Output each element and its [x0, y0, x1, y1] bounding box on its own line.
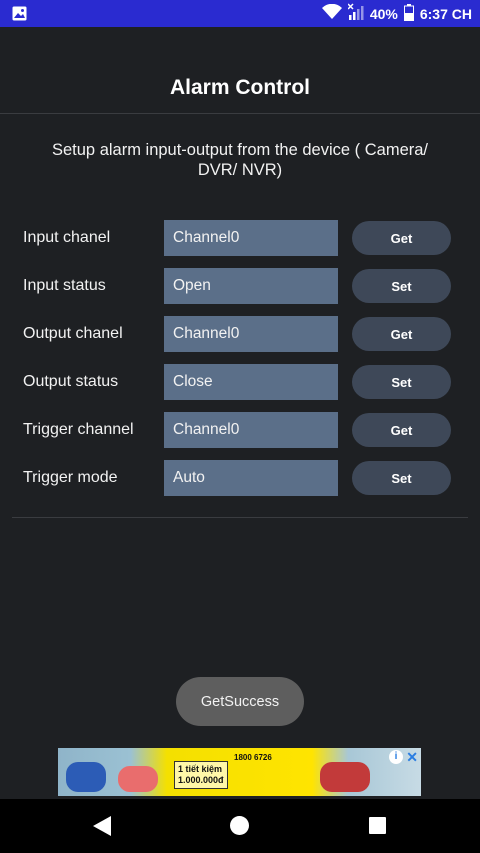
page-title: Alarm Control	[169, 76, 310, 99]
get-output-channel-button[interactable]: Get	[352, 317, 451, 351]
toast-message: GetSuccess	[176, 677, 304, 726]
output-status-label: Output status	[23, 373, 119, 390]
ad-scooter-image	[118, 766, 158, 792]
back-icon[interactable]	[92, 815, 112, 842]
recent-apps-icon[interactable]	[369, 817, 386, 834]
ad-banner[interactable]: 1 tiết kiệm 1.000.000đ 1800 6726 i ✕	[58, 748, 421, 796]
row-output-status: Output status Close Set	[0, 364, 480, 400]
input-channel-label: Input chanel	[23, 229, 111, 246]
ad-scooter-image	[66, 762, 106, 792]
trigger-mode-field[interactable]: Auto	[162, 460, 340, 496]
ad-phone: 1800 6726	[234, 753, 272, 762]
trigger-channel-field[interactable]: Channel0	[162, 412, 340, 448]
battery-percent: 40%	[369, 5, 398, 22]
row-trigger-mode: Trigger mode Auto Set	[0, 460, 480, 496]
input-status-label: Input status	[23, 277, 106, 294]
ad-tag-line2: 1.000.000đ	[178, 775, 224, 785]
wifi-icon	[321, 3, 342, 23]
ad-price-tag: 1 tiết kiệm 1.000.000đ	[174, 761, 228, 789]
header-divider	[0, 113, 480, 114]
get-input-channel-button[interactable]: Get	[352, 221, 451, 255]
ad-close-icon[interactable]: ✕	[406, 749, 418, 766]
set-input-status-button[interactable]: Set	[352, 269, 451, 303]
ad-scooter-image	[320, 762, 370, 792]
row-trigger-channel: Trigger channel Channel0 Get	[0, 412, 480, 448]
clock: 6:37 CH	[419, 5, 472, 22]
navigation-bar	[0, 799, 480, 853]
row-input-status: Input status Open Set	[0, 268, 480, 304]
image-notification-icon	[12, 6, 27, 26]
ad-tag-line1: 1 tiết kiệm	[178, 764, 223, 774]
row-output-channel: Output chanel Channel0 Get	[0, 316, 480, 352]
set-output-status-button[interactable]: Set	[352, 365, 451, 399]
set-trigger-mode-button[interactable]: Set	[352, 461, 451, 495]
input-status-field[interactable]: Open	[162, 268, 340, 304]
get-trigger-channel-button[interactable]: Get	[352, 413, 451, 447]
row-input-channel: Input chanel Channel0 Get	[0, 220, 480, 256]
output-channel-field[interactable]: Channel0	[162, 316, 340, 352]
status-bar: 40% 6:37 CH	[0, 0, 480, 27]
ad-info-icon[interactable]: i	[389, 750, 403, 764]
output-status-field[interactable]: Close	[162, 364, 340, 400]
output-channel-label: Output chanel	[23, 325, 123, 342]
content-divider	[12, 517, 468, 518]
trigger-mode-label: Trigger mode	[23, 469, 118, 486]
battery-icon	[403, 3, 414, 24]
trigger-channel-label: Trigger channel	[23, 421, 134, 438]
input-channel-field[interactable]: Channel0	[162, 220, 340, 256]
signal-icon	[347, 3, 364, 24]
description-text: Setup alarm input-output from the device…	[51, 141, 428, 179]
home-icon[interactable]	[230, 816, 249, 835]
